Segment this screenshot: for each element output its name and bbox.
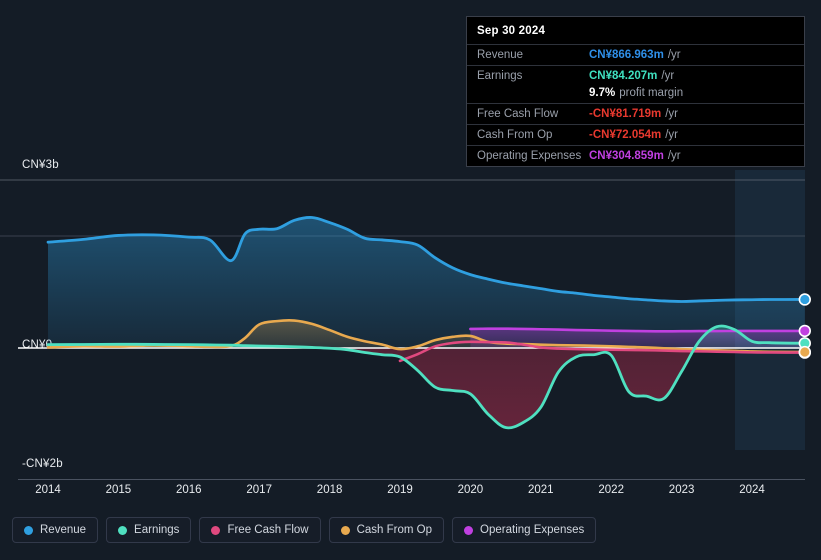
legend-item-free-cash-flow[interactable]: Free Cash Flow bbox=[199, 517, 321, 543]
legend-item-label: Cash From Op bbox=[356, 524, 433, 536]
x-axis-tick-2017: 2017 bbox=[246, 484, 272, 496]
legend-item-label: Earnings bbox=[134, 524, 180, 536]
legend-item-cash-from-op[interactable]: Cash From Op bbox=[328, 517, 445, 543]
dot-icon bbox=[118, 525, 128, 535]
tooltip-row-unit: /yr bbox=[667, 49, 681, 61]
dot-icon bbox=[340, 525, 350, 535]
tooltip-row-value: -CN¥81.719m bbox=[589, 108, 662, 120]
plot-area bbox=[0, 160, 821, 480]
tooltip-rows: Revenue CN¥866.963m/yr Earnings CN¥84.207m /… bbox=[467, 44, 804, 166]
x-axis-tick-2014: 2014 bbox=[35, 484, 61, 496]
chart-legend: Revenue Earnings Free Cash Flow Cash From O… bbox=[12, 517, 597, 543]
x-axis-tick-2019: 2019 bbox=[387, 484, 413, 496]
legend-item-operating-expenses[interactable]: Operating Expenses bbox=[452, 517, 597, 543]
endpoint-marker-operating-expenses bbox=[798, 324, 811, 338]
x-axis-tick-2024: 2024 bbox=[739, 484, 765, 496]
tooltip-row-value: CN¥304.859m bbox=[589, 150, 664, 162]
tooltip-row-cash-from-op: Cash From Op -CN¥72.054m/yr bbox=[467, 124, 804, 145]
tooltip-row-label: Free Cash Flow bbox=[477, 108, 559, 120]
x-axis-tick-2022: 2022 bbox=[598, 484, 624, 496]
financial-chart-panel: CN¥3b CN¥0 -CN¥2b 2014 2015 2016 2017 2018 20… bbox=[0, 0, 821, 560]
area-fill-revenue bbox=[48, 217, 805, 348]
endpoint-marker-revenue bbox=[798, 293, 811, 306]
tooltip-row-label: Cash From Op bbox=[477, 129, 553, 141]
x-axis-tick-2018: 2018 bbox=[316, 484, 343, 496]
tooltip-profit-margin-value: 9.7% bbox=[589, 87, 616, 99]
tooltip-title: Sep 30 2024 bbox=[477, 25, 546, 37]
legend-item-label: Free Cash Flow bbox=[227, 524, 309, 536]
x-axis-tick-2023: 2023 bbox=[668, 484, 695, 496]
legend-item-label: Revenue bbox=[40, 524, 87, 536]
tooltip-row-earnings: Earnings CN¥84.207m/yr bbox=[467, 65, 804, 86]
tooltip-row-value: -CN¥72.054m bbox=[589, 129, 662, 141]
legend-item-revenue[interactable]: Revenue bbox=[12, 517, 99, 543]
tooltip-row-operating-expenses: Operating Expenses CN¥304.859m/yr bbox=[467, 145, 804, 166]
data-tooltip: Sep 30 2024 Revenue CN¥866.963m/yr Earning… bbox=[466, 16, 805, 167]
x-axis: 2014 2015 2016 2017 2018 2019 2020 2021 2022 2023… bbox=[0, 479, 821, 504]
legend-item-label: Operating Expenses bbox=[480, 524, 585, 536]
x-axis-tick-2015: 2015 bbox=[105, 484, 132, 496]
tooltip-row-profit-margin: 9.7% profit margin bbox=[467, 86, 804, 103]
tooltip-row-unit: /yr bbox=[665, 129, 679, 141]
tooltip-row-unit: /yr bbox=[667, 150, 681, 162]
tooltip-row-label: Earnings bbox=[477, 70, 523, 82]
tooltip-row-unit: profit margin bbox=[619, 87, 684, 99]
legend-item-earnings[interactable]: Earnings bbox=[106, 517, 192, 543]
tooltip-row-label: Operating Expenses bbox=[477, 150, 582, 162]
tooltip-row-free-cash-flow: Free Cash Flow -CN¥81.719m/yr bbox=[467, 103, 804, 124]
tooltip-row-unit: /yr bbox=[665, 108, 679, 120]
x-axis-tick-2020: 2020 bbox=[457, 484, 484, 496]
tooltip-row-value: CN¥84.207m bbox=[589, 70, 658, 82]
endpoint-marker-cash-from-op bbox=[798, 345, 811, 359]
x-axis-tick-2016: 2016 bbox=[176, 484, 202, 496]
tooltip-row-revenue: Revenue CN¥866.963m/yr bbox=[467, 44, 804, 65]
dot-icon bbox=[211, 525, 221, 535]
tooltip-row-value: CN¥866.963m bbox=[589, 49, 664, 61]
tooltip-row-unit: /yr bbox=[661, 70, 675, 82]
dot-icon bbox=[464, 525, 474, 535]
x-axis-tick-2021: 2021 bbox=[528, 484, 554, 496]
x-axis-rule bbox=[18, 479, 805, 480]
tooltip-row-label: Revenue bbox=[477, 49, 524, 61]
dot-icon bbox=[24, 525, 33, 535]
chart-canvas bbox=[0, 170, 811, 450]
